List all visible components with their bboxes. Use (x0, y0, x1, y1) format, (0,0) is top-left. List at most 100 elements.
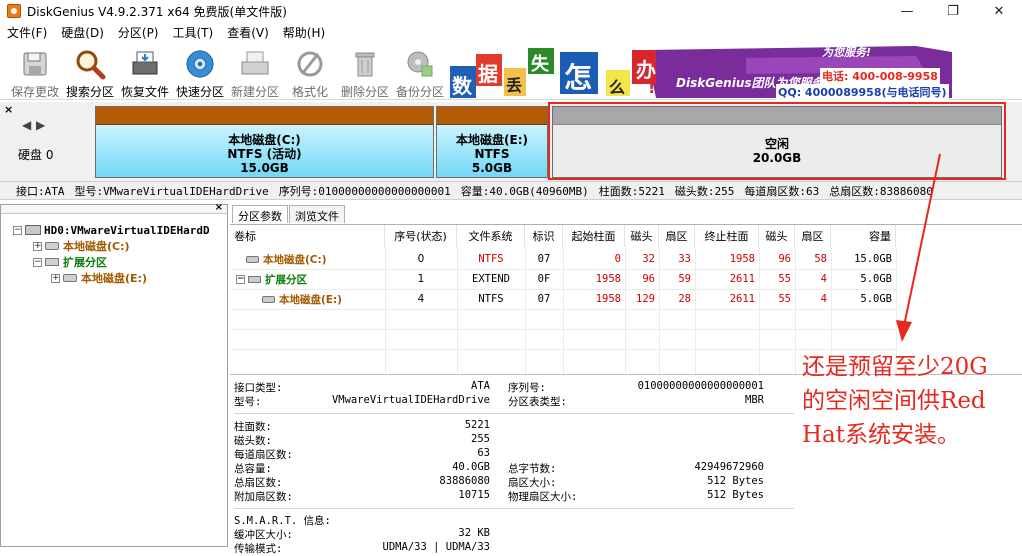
delete-partition-button[interactable]: 删除分区 (338, 46, 392, 99)
right-tabs: 分区参数 浏览文件 (232, 205, 346, 223)
backup-partition-button[interactable]: 备份分区 (393, 46, 447, 99)
menu-tools[interactable]: 工具(T) (166, 24, 221, 41)
close-panel-icon[interactable]: × (4, 103, 13, 116)
partition-drive-icon (45, 242, 59, 250)
extended-partition-icon (45, 258, 59, 266)
disk-model: 型号:VMwareVirtualIDEHardDrive (74, 184, 269, 198)
detail-label: 总字节数: (508, 463, 557, 475)
collapse-icon[interactable]: − (13, 225, 22, 235)
disk-sectors-per-track: 每道扇区数:63 (744, 184, 820, 198)
annotation-line-1: 还是预留至少20G (802, 354, 988, 380)
menu-help[interactable]: 帮助(H) (276, 24, 332, 41)
tree-item-partition-e[interactable]: + 本地磁盘(E:) (51, 270, 147, 286)
detail-label: 磁头数: (234, 435, 272, 447)
detail-label: 物理扇区大小: (508, 491, 578, 503)
promo-banner[interactable]: 数 据 丢 失 怎 么 办 ! DiskGenius团队为您服务 为您服务! 电… (446, 42, 952, 100)
menu-view[interactable]: 查看(V) (220, 24, 276, 41)
detail-smart-label: S.M.A.R.T. 信息: (234, 515, 331, 527)
detail-spt-value: 63 (477, 447, 490, 459)
banner-char-3: 丢 (506, 76, 523, 95)
detail-label: 接口类型: (234, 382, 283, 394)
detail-label: 柱面数: (234, 421, 272, 433)
col-header-index[interactable]: 序号(状态) (385, 225, 457, 247)
col-header-start-head[interactable]: 磁头 (625, 225, 659, 247)
col-header-end-cyl[interactable]: 终止柱面 (695, 225, 759, 247)
new-partition-icon (239, 48, 271, 80)
annotation-arrow (896, 153, 941, 342)
harddisk-icon (25, 225, 41, 235)
detail-label: 缓冲区大小: (234, 529, 293, 541)
detail-label: 附加扇区数: (234, 491, 293, 503)
menu-partition[interactable]: 分区(P) (111, 24, 166, 41)
expand-icon[interactable]: + (33, 241, 42, 251)
quick-partition-disc-icon (184, 48, 216, 80)
disk-next-arrow-icon[interactable]: ▶ (36, 118, 45, 132)
disk-heads: 磁头数:255 (674, 184, 735, 198)
col-header-id[interactable]: 标识 (525, 225, 563, 247)
annotation-line-2: 的空闲空间供Red (802, 388, 986, 414)
menu-bar: 文件(F) 硬盘(D) 分区(P) 工具(T) 查看(V) 帮助(H) (0, 22, 1022, 42)
collapse-icon[interactable]: − (236, 274, 245, 284)
detail-label: 序列号: (508, 382, 546, 394)
col-header-end-head[interactable]: 磁头 (759, 225, 795, 247)
tab-browse-files[interactable]: 浏览文件 (289, 205, 345, 223)
banner-qq: QQ: 4000089958(与电话同号) (776, 84, 949, 100)
banner-char-4: 失 (531, 54, 549, 75)
window-title: DiskGenius V4.9.2.371 x64 免费版(单文件版) (27, 4, 287, 19)
detail-label: 每道扇区数: (234, 449, 293, 461)
detail-label: 总容量: (234, 463, 272, 475)
disk-prev-arrow-icon[interactable]: ◀ (22, 118, 31, 132)
partition-block-c[interactable]: 本地磁盘(C:) NTFS (活动) 15.0GB (95, 106, 434, 178)
col-header-end-sector[interactable]: 扇区 (795, 225, 831, 247)
title-bar: DiskGenius V4.9.2.371 x64 免费版(单文件版) — ❐ … (0, 0, 1022, 22)
col-header-capacity[interactable]: 容量 (831, 225, 896, 247)
menu-file[interactable]: 文件(F) (0, 24, 54, 41)
partition-e-size: 5.0GB (471, 161, 513, 175)
partition-e-name: 本地磁盘(E:) (456, 133, 528, 147)
detail-label: 扇区大小: (508, 477, 557, 489)
banner-char-5: 怎 (564, 61, 593, 94)
format-button[interactable]: 格式化 (283, 46, 337, 99)
menu-disk[interactable]: 硬盘(D) (54, 24, 111, 41)
backup-partition-icon (404, 48, 436, 80)
detail-model-value: VMwareVirtualIDEHardDrive (331, 394, 490, 406)
partition-block-e[interactable]: 本地磁盘(E:) NTFS 5.0GB (436, 106, 548, 178)
col-header-start-cyl[interactable]: 起始柱面 (563, 225, 625, 247)
quick-partition-button[interactable]: 快速分区 (173, 46, 227, 99)
disk-tree-panel: × − HD0:VMwareVirtualIDEHardD + 本地磁盘(C:)… (0, 202, 228, 547)
detail-total-sectors-value: 83886080 (439, 475, 490, 487)
expand-icon[interactable]: + (51, 273, 60, 283)
banner-char-6: 么 (609, 78, 626, 97)
save-changes-button[interactable]: 保存更改 (8, 46, 62, 99)
close-button[interactable]: ✕ (976, 0, 1022, 22)
disk-capacity: 容量:40.0GB(40960MB) (460, 184, 589, 198)
annotation-text: 还是预留至少20G 的空闲空间供Red Hat系统安装。 (802, 350, 1022, 452)
search-partition-button[interactable]: 搜索分区 (63, 46, 117, 99)
tab-partition-params[interactable]: 分区参数 (232, 205, 288, 223)
detail-label: 传输模式: (234, 543, 283, 555)
detail-extra-sectors-value: 10715 (458, 489, 490, 501)
partition-e-fs: NTFS (474, 147, 510, 161)
collapse-icon[interactable]: − (33, 257, 42, 267)
col-header-start-sector[interactable]: 扇区 (659, 225, 695, 247)
banner-exclaim: ! (648, 78, 656, 97)
partition-drive-icon (262, 295, 275, 303)
partition-c-name: 本地磁盘(C:) (228, 133, 301, 147)
tree-close-icon[interactable]: × (215, 202, 223, 213)
new-partition-button[interactable]: 新建分区 (228, 46, 282, 99)
partition-drive-icon (63, 274, 77, 282)
recover-files-button[interactable]: 恢复文件 (118, 46, 172, 99)
col-header-volume[interactable]: 卷标 (230, 225, 385, 247)
tree-item-extended[interactable]: − 扩展分区 (33, 254, 107, 270)
save-icon (19, 48, 51, 80)
maximize-button[interactable]: ❐ (930, 0, 976, 22)
minimize-button[interactable]: — (884, 0, 930, 22)
tree-item-disk[interactable]: − HD0:VMwareVirtualIDEHardD (13, 222, 210, 238)
tree-item-partition-c[interactable]: + 本地磁盘(C:) (33, 238, 130, 254)
detail-physical-sector-size-value: 512 Bytes (707, 489, 764, 501)
extended-partition-icon (248, 275, 261, 283)
banner-phone: 电话: 400-008-9958 (820, 68, 940, 84)
disk-info-bar: 接口:ATA 型号:VMwareVirtualIDEHardDrive 序列号:… (0, 182, 1022, 200)
col-header-filesystem[interactable]: 文件系统 (457, 225, 525, 247)
diskgenius-app-icon (7, 4, 21, 18)
